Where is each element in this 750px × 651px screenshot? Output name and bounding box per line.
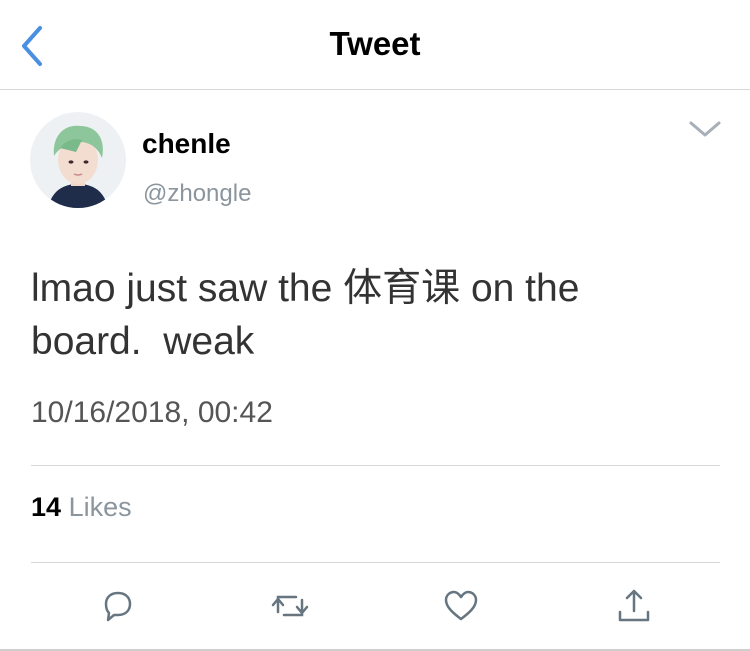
more-options-button[interactable] — [686, 114, 724, 144]
like-button[interactable] — [441, 586, 481, 626]
display-name[interactable]: chenle — [142, 128, 231, 160]
likes-label: Likes — [68, 492, 132, 522]
avatar-image — [30, 112, 126, 208]
avatar[interactable] — [30, 112, 126, 208]
reply-icon — [104, 591, 132, 622]
likes-summary[interactable]: 14 Likes — [31, 492, 132, 523]
user-handle: @zhongle — [143, 180, 252, 207]
tweet-text-line-2: board. weak — [31, 320, 255, 363]
tweet-timestamp: 10/16/2018, 00:42 — [31, 396, 273, 429]
retweet-icon — [271, 595, 309, 617]
tweet-text-line-1: lmao just saw the 体育课 on the — [31, 267, 580, 310]
share-button[interactable] — [614, 586, 654, 626]
tweet-text: lmao just saw the 体育课 on the board. weak — [31, 262, 711, 368]
divider — [31, 465, 720, 466]
retweet-button[interactable] — [270, 586, 310, 626]
nav-header: Tweet — [0, 0, 750, 90]
likes-count: 14 — [31, 492, 62, 522]
divider — [31, 562, 720, 563]
chevron-down-icon — [689, 121, 721, 137]
like-icon — [444, 590, 478, 621]
reply-button[interactable] — [98, 586, 138, 626]
share-icon — [618, 589, 650, 622]
page-title: Tweet — [329, 25, 421, 62]
